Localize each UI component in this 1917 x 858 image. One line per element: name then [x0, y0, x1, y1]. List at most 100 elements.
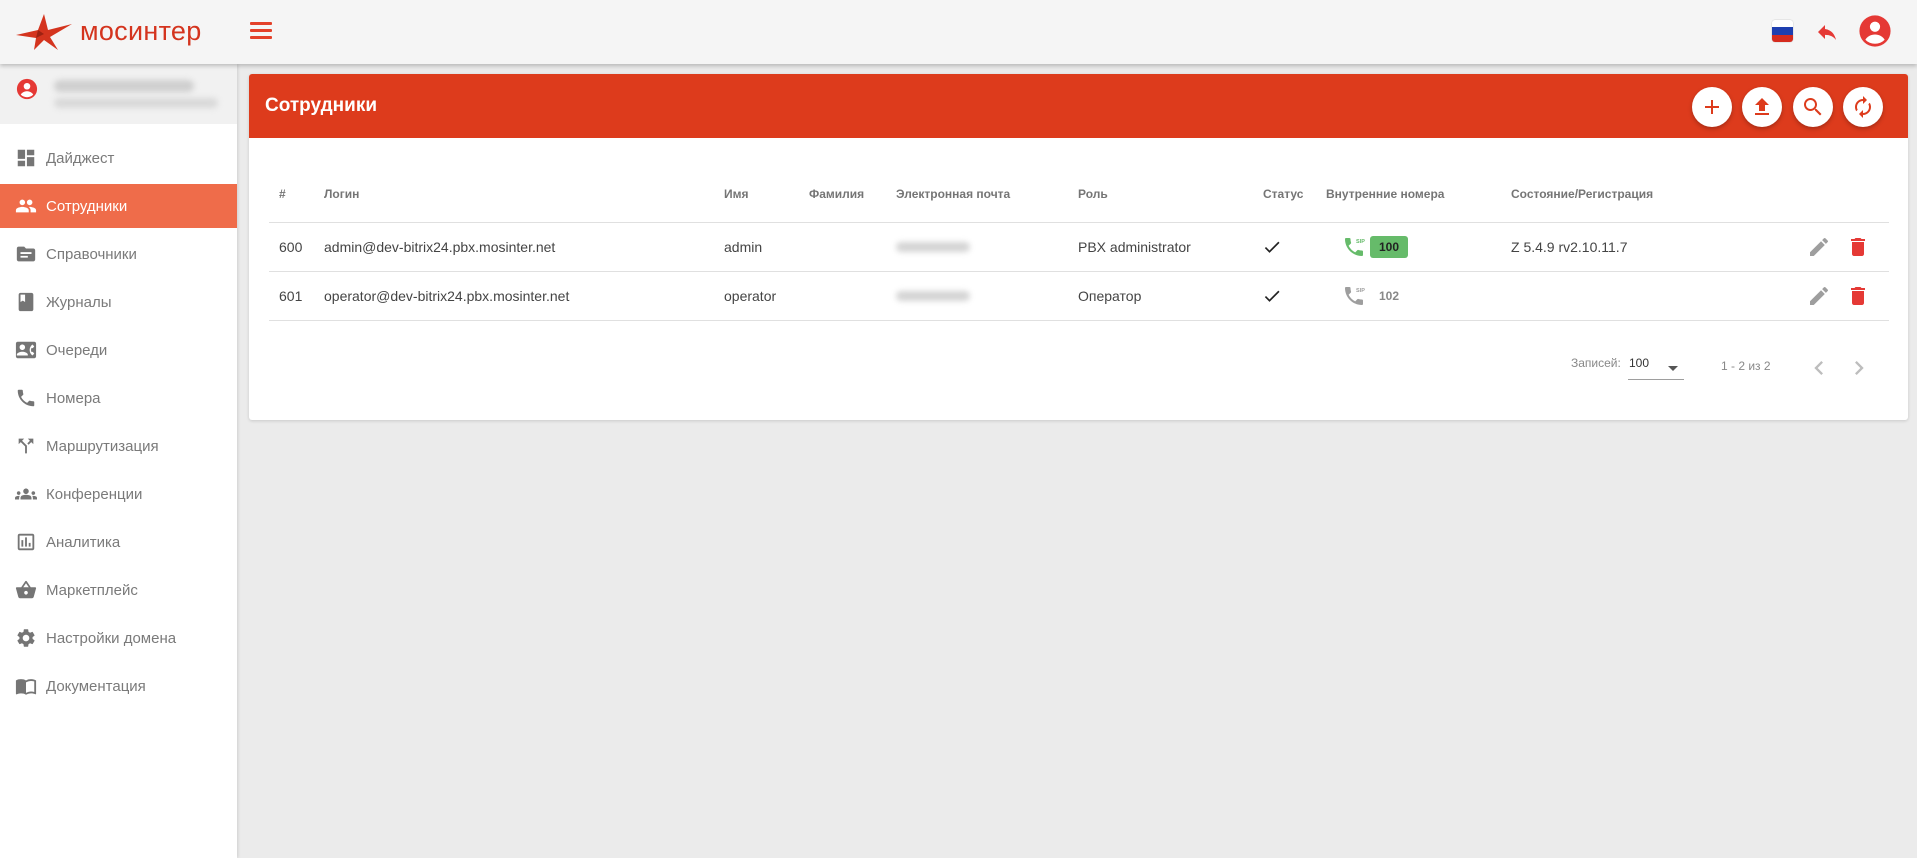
- dashboard-icon: [14, 146, 38, 170]
- column-header-surname[interactable]: Фамилия: [809, 187, 864, 201]
- logo[interactable]: мосинтер: [14, 10, 202, 52]
- sidebar: Дайджест Сотрудники Справочники Журналы …: [0, 64, 237, 858]
- row-role: PBX administrator: [1078, 239, 1191, 255]
- card-header: Сотрудники: [249, 74, 1908, 138]
- phone-icon: [14, 386, 38, 410]
- check-icon: [1264, 241, 1280, 253]
- row-login: operator@dev-bitrix24.pbx.mosinter.net: [324, 288, 570, 304]
- chart-icon: [14, 530, 38, 554]
- sip-phone-unregistered-icon: SIP: [1345, 287, 1365, 305]
- routing-icon: [14, 434, 38, 458]
- edit-icon[interactable]: [1807, 284, 1831, 308]
- blurred-user-name: [54, 80, 194, 92]
- table-row[interactable]: 600 admin@dev-bitrix24.pbx.mosinter.net …: [269, 223, 1889, 272]
- group-icon: [14, 482, 38, 506]
- sidebar-item-routing[interactable]: Маршрутизация: [0, 424, 237, 468]
- search-button[interactable]: [1793, 87, 1833, 127]
- sidebar-item-label: Справочники: [46, 245, 137, 263]
- row-number: 600: [279, 239, 303, 255]
- column-header-name[interactable]: Имя: [724, 187, 749, 201]
- sidebar-item-label: Сотрудники: [46, 197, 128, 215]
- sidebar-item-label: Очереди: [46, 341, 108, 359]
- row-role: Оператор: [1078, 288, 1142, 304]
- sidebar-item-queues[interactable]: Очереди: [0, 328, 237, 372]
- row-name: operator: [724, 288, 777, 304]
- reply-icon[interactable]: [1815, 20, 1839, 44]
- book-icon: [14, 290, 38, 314]
- search-icon: [1804, 98, 1822, 116]
- sidebar-item-journals[interactable]: Журналы: [0, 280, 237, 324]
- check-icon: [1264, 290, 1280, 302]
- sip-phone-registered-icon: SIP: [1345, 238, 1365, 256]
- table-header-row: # Логин Имя Фамилия Электронная почта Ро…: [269, 174, 1889, 223]
- delete-icon[interactable]: [1846, 284, 1870, 308]
- svg-text:SIP: SIP: [1356, 239, 1365, 245]
- add-button[interactable]: [1692, 87, 1732, 127]
- user-profile[interactable]: [0, 64, 237, 124]
- previous-page-icon[interactable]: [1805, 354, 1833, 382]
- upload-icon: [1755, 98, 1769, 115]
- sidebar-item-directories[interactable]: Справочники: [0, 232, 237, 276]
- svg-text:SIP: SIP: [1356, 288, 1365, 294]
- row-login: admin@dev-bitrix24.pbx.mosinter.net: [324, 239, 556, 255]
- page-range-label: 1 - 2 из 2: [1721, 359, 1771, 373]
- row-registration: Z 5.4.9 rv2.10.11.7: [1511, 239, 1628, 255]
- extension-badge[interactable]: 100: [1370, 236, 1409, 258]
- column-header-login[interactable]: Логин: [324, 187, 359, 201]
- sidebar-item-conferences[interactable]: Конференции: [0, 472, 237, 516]
- sidebar-item-employees[interactable]: Сотрудники: [0, 184, 237, 228]
- delete-icon[interactable]: [1846, 235, 1870, 259]
- employees-card: Сотрудники # Логин Имя Фамилия Электронн…: [249, 74, 1908, 420]
- blurred-email: [896, 242, 970, 252]
- people-icon: [14, 194, 38, 218]
- gear-icon: [14, 626, 38, 650]
- account-icon[interactable]: [1858, 14, 1892, 48]
- sidebar-item-label: Аналитика: [46, 533, 121, 551]
- sidebar-item-label: Конференции: [46, 485, 143, 503]
- sidebar-item-digest[interactable]: Дайджест: [0, 136, 237, 180]
- menu-icon[interactable]: [250, 22, 272, 40]
- top-app-bar: мосинтер: [0, 0, 1917, 64]
- page-size-select[interactable]: 100: [1628, 352, 1684, 380]
- column-header-email[interactable]: Электронная почта: [896, 187, 1010, 201]
- page-size-value: 100: [1629, 356, 1650, 370]
- page-title: Сотрудники: [265, 95, 378, 116]
- sidebar-item-label: Маркетплейс: [46, 581, 138, 599]
- sidebar-nav: Дайджест Сотрудники Справочники Журналы …: [0, 136, 237, 708]
- folder-icon: [14, 242, 38, 266]
- row-number: 601: [279, 288, 303, 304]
- column-header-role[interactable]: Роль: [1078, 187, 1108, 201]
- logo-text: мосинтер: [80, 15, 202, 46]
- sidebar-item-marketplace[interactable]: Маркетплейс: [0, 568, 237, 612]
- sidebar-item-label: Журналы: [46, 293, 112, 311]
- extension-label[interactable]: 102: [1379, 289, 1399, 303]
- sidebar-item-analytics[interactable]: Аналитика: [0, 520, 237, 564]
- blurred-user-email: [54, 98, 218, 108]
- paginator: Записей: 100 1 - 2 из 2: [249, 348, 1908, 388]
- basket-icon: [14, 578, 38, 602]
- refresh-icon: [1855, 96, 1871, 118]
- sidebar-item-label: Документация: [46, 677, 146, 695]
- page-size-label: Записей:: [1571, 356, 1621, 370]
- ru-flag-icon[interactable]: [1772, 20, 1793, 42]
- sidebar-item-documentation[interactable]: Документация: [0, 664, 237, 708]
- row-name: admin: [724, 239, 763, 255]
- next-page-icon[interactable]: [1845, 354, 1873, 382]
- dropdown-arrow-icon: [1668, 366, 1678, 371]
- column-header-num[interactable]: #: [279, 187, 286, 201]
- sidebar-item-label: Настройки домена: [46, 629, 177, 647]
- add-icon: [1705, 100, 1719, 114]
- sidebar-item-label: Дайджест: [46, 149, 115, 167]
- column-header-status[interactable]: Статус: [1263, 187, 1303, 201]
- sidebar-item-domain-settings[interactable]: Настройки домена: [0, 616, 237, 660]
- refresh-button[interactable]: [1843, 87, 1883, 127]
- sidebar-item-label: Номера: [46, 389, 101, 407]
- contact-card-icon: [14, 338, 38, 362]
- table-row[interactable]: 601 operator@dev-bitrix24.pbx.mosinter.n…: [269, 272, 1889, 321]
- edit-icon[interactable]: [1807, 235, 1831, 259]
- column-header-extensions[interactable]: Внутренние номера: [1326, 187, 1444, 201]
- upload-button[interactable]: [1742, 87, 1782, 127]
- column-header-registration[interactable]: Состояние/Регистрация: [1511, 187, 1653, 201]
- sidebar-item-label: Маршрутизация: [46, 437, 159, 455]
- sidebar-item-numbers[interactable]: Номера: [0, 376, 237, 420]
